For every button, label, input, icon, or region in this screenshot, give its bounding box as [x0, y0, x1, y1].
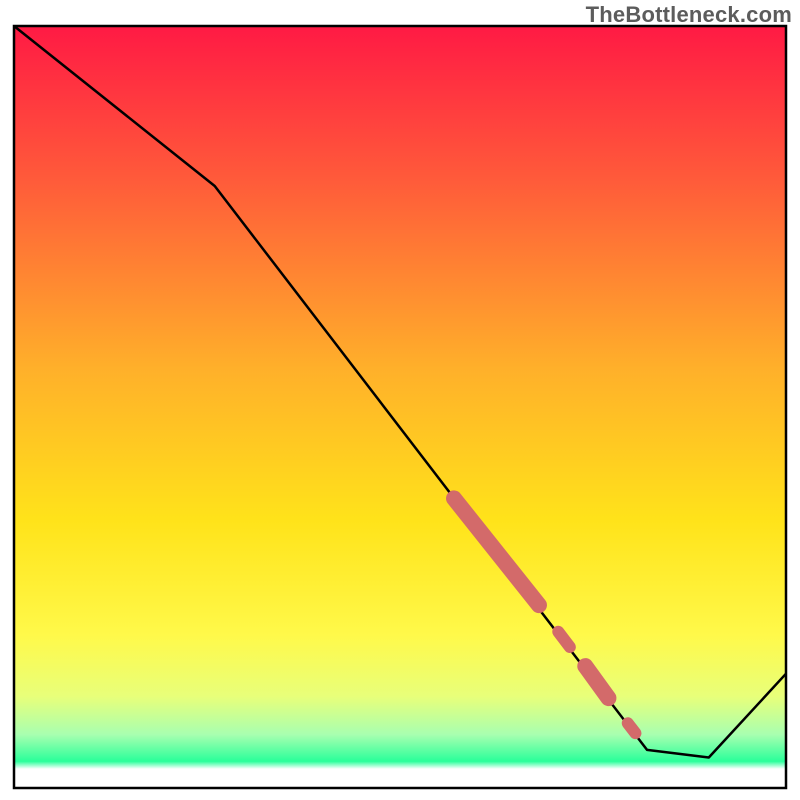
bottleneck-chart: TheBottleneck.com	[0, 0, 800, 800]
highlight-segment	[628, 723, 636, 733]
attribution-label: TheBottleneck.com	[586, 2, 792, 28]
plot-background	[14, 26, 786, 788]
chart-svg	[0, 0, 800, 800]
